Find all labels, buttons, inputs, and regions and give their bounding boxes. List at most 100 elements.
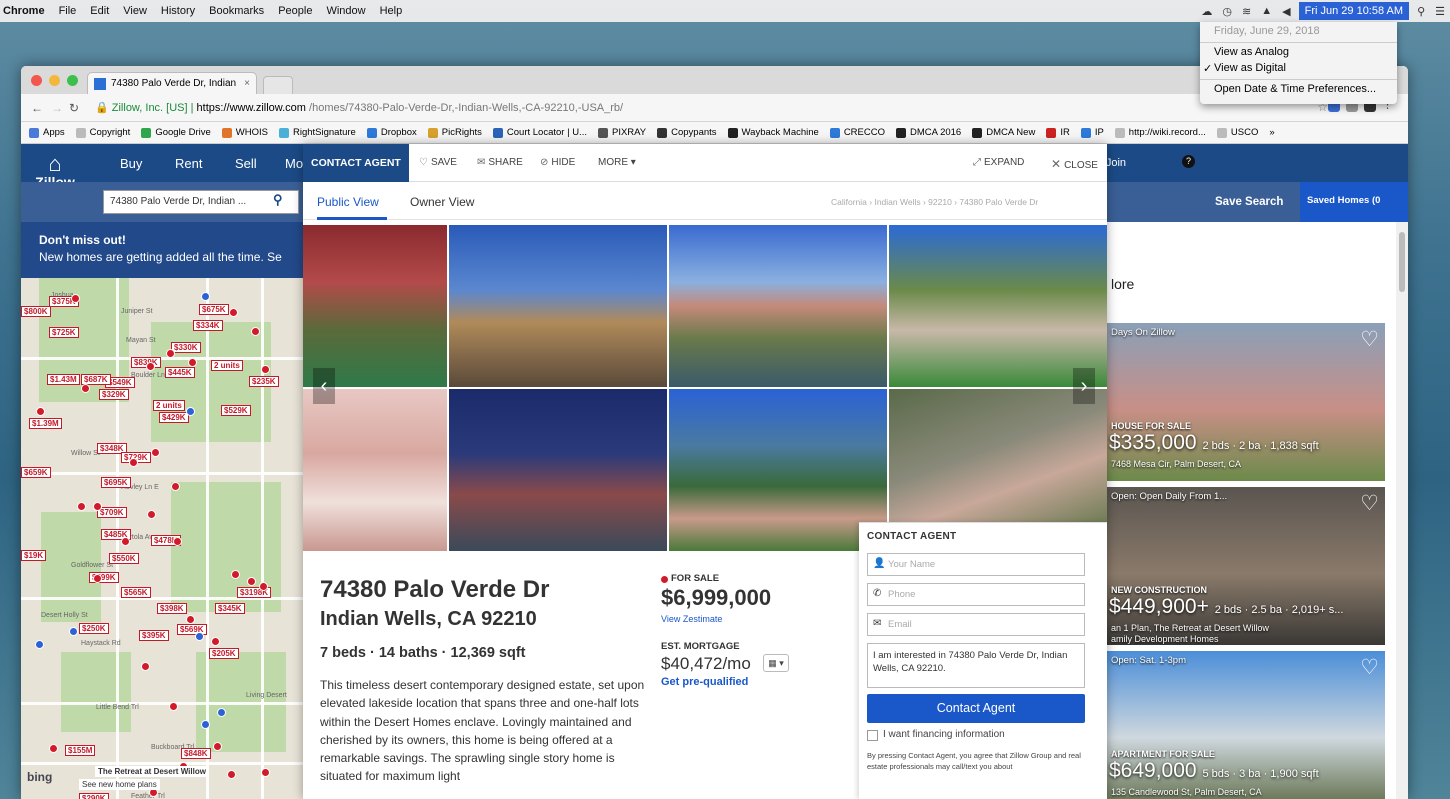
bookmark-item[interactable]: Wayback Machine — [727, 127, 819, 138]
map-price-label[interactable]: $290K — [79, 793, 109, 799]
map-listing-pin[interactable] — [217, 708, 226, 717]
spotlight-icon[interactable]: ⚲ — [1417, 5, 1425, 18]
nav-sell[interactable]: Sell — [235, 144, 257, 182]
map-listing-pin[interactable] — [49, 744, 58, 753]
menu-history[interactable]: History — [161, 5, 195, 17]
menu-bookmarks[interactable]: Bookmarks — [209, 5, 264, 17]
bookmark-item[interactable]: Court Locator | U... — [492, 127, 587, 138]
menu-people[interactable]: People — [278, 5, 312, 17]
menu-help[interactable]: Help — [380, 5, 403, 17]
wifi-icon[interactable]: ≋ — [1242, 5, 1251, 18]
map-listing-pin[interactable] — [35, 640, 44, 649]
url-field[interactable]: 🔒 Zillow, Inc. [US] | https://www.zillow… — [91, 99, 1291, 117]
photo-6[interactable] — [449, 389, 667, 551]
map-price-label[interactable]: 2 units — [211, 360, 243, 371]
bookmark-item[interactable]: http://wiki.record... — [1114, 127, 1206, 138]
saved-homes-button[interactable]: Saved Homes (0 — [1300, 182, 1408, 222]
map-price-label[interactable]: 2 units — [153, 400, 185, 411]
close-button[interactable]: ✕ CLOSE — [1051, 157, 1098, 171]
notification-center-icon[interactable]: ☰ — [1435, 5, 1445, 18]
map-price-label[interactable]: $445K — [165, 367, 195, 378]
map-listing-pin[interactable] — [71, 294, 80, 303]
bookmark-item[interactable]: PIXRAY — [597, 127, 646, 138]
map-listing-pin[interactable] — [188, 358, 197, 367]
map-price-label[interactable]: $565K — [121, 587, 151, 598]
map-listing-pin[interactable] — [81, 384, 90, 393]
map-price-label[interactable]: $529K — [221, 405, 251, 416]
menu-edit[interactable]: Edit — [90, 5, 109, 17]
map-listing-pin[interactable] — [166, 349, 175, 358]
creative-cloud-icon[interactable]: ☁ — [1201, 5, 1212, 18]
nav-mortgage[interactable]: Mo — [285, 144, 303, 182]
contact-agent-button[interactable]: Contact Agent — [867, 694, 1085, 723]
bookmark-item[interactable]: Apps — [29, 127, 65, 138]
nav-buy[interactable]: Buy — [120, 144, 142, 182]
breadcrumb[interactable]: California › Indian Wells › 92210 › 7438… — [831, 197, 1038, 207]
view-as-analog-item[interactable]: View as Analog — [1200, 45, 1397, 61]
listing-card[interactable]: Open: Open Daily From 1... ♡ NEW CONSTRUCT… — [1107, 487, 1385, 645]
listing-card[interactable]: Open: Sat. 1-3pm ♡ APARTMENT FOR SALE $649,… — [1107, 651, 1385, 799]
map-price-label[interactable]: $345K — [215, 603, 245, 614]
map-listing-pin[interactable] — [93, 502, 102, 511]
more-button[interactable]: MORE ▾ — [598, 157, 636, 168]
map-listing-pin[interactable] — [213, 742, 222, 751]
name-field[interactable]: 👤 Your Name — [867, 553, 1085, 576]
menu-view[interactable]: View — [123, 5, 147, 17]
bookmark-item[interactable]: Copyright — [75, 127, 130, 138]
location-search-input[interactable]: 74380 Palo Verde Dr, Indian ... — [103, 190, 299, 214]
map-price-label[interactable]: $1.43M — [47, 374, 80, 385]
map-price-label[interactable]: $334K — [193, 320, 223, 331]
favorite-heart-icon[interactable]: ♡ — [1360, 491, 1379, 516]
map-listing-pin[interactable] — [169, 702, 178, 711]
photo-2[interactable] — [449, 225, 667, 387]
bookmark-item[interactable]: WHOIS — [221, 127, 268, 138]
menu-file[interactable]: File — [59, 5, 77, 17]
tab-public-view[interactable]: Public View — [317, 195, 379, 209]
bookmark-item[interactable]: Copypants — [657, 127, 717, 138]
bookmark-item[interactable]: DMCA 2016 — [895, 127, 961, 138]
map-listing-pin[interactable] — [186, 407, 195, 416]
search-icon[interactable]: ⚲ — [273, 192, 283, 208]
map-listing-pin[interactable] — [195, 632, 204, 641]
map-listing-pin[interactable] — [36, 407, 45, 416]
bookmark-item[interactable]: Google Drive — [141, 127, 211, 138]
expand-button[interactable]: ⤢ EXPAND — [973, 157, 1024, 168]
map-listing-pin[interactable] — [171, 482, 180, 491]
map-listing-pin[interactable] — [186, 615, 195, 624]
map-price-label[interactable]: $235K — [249, 376, 279, 387]
map-price-label[interactable]: $675K — [199, 304, 229, 315]
gallery-prev-arrow-icon[interactable]: ‹ — [313, 368, 335, 404]
community-label[interactable]: The Retreat at Desert Willow — [95, 766, 209, 777]
map-listing-pin[interactable] — [201, 720, 210, 729]
back-arrow-icon[interactable]: ← — [31, 101, 43, 115]
photo-4[interactable] — [889, 225, 1107, 387]
map-listing-pin[interactable] — [227, 770, 236, 779]
photo-5[interactable] — [303, 389, 447, 551]
map-price-label[interactable]: $550K — [109, 553, 139, 564]
bookmark-item[interactable]: IR — [1046, 127, 1070, 138]
menu-window[interactable]: Window — [326, 5, 365, 17]
map-price-label[interactable]: $429K — [159, 412, 189, 423]
bookmark-item[interactable]: CRECCO — [829, 127, 885, 138]
bookmark-item[interactable]: DMCA New — [972, 127, 1035, 138]
time-machine-icon[interactable]: ◷ — [1222, 5, 1232, 18]
mortgage-calculator-button[interactable]: ▦ ▾ — [763, 654, 789, 672]
help-icon[interactable]: ? — [1182, 155, 1195, 168]
listing-card[interactable]: Days On Zillow ♡ HOUSE FOR SALE $335,000 2 … — [1107, 323, 1385, 481]
map-price-label[interactable]: $329K — [99, 389, 129, 400]
map-listing-pin[interactable] — [77, 502, 86, 511]
date-time-preferences-item[interactable]: Open Date & Time Preferences... — [1200, 82, 1397, 98]
map-price-label[interactable]: $725K — [49, 327, 79, 338]
financing-checkbox[interactable] — [867, 730, 878, 741]
new-tab-button[interactable] — [263, 76, 293, 94]
get-prequalified-link[interactable]: Get pre-qualified — [661, 676, 748, 688]
map[interactable]: JoshuaJuniper StMayan StBoulder LnWillow… — [21, 222, 303, 799]
photo-1[interactable] — [303, 225, 447, 387]
map-listing-pin[interactable] — [251, 327, 260, 336]
map-listing-pin[interactable] — [129, 458, 138, 467]
map-listing-pin[interactable] — [261, 768, 270, 777]
zoom-window-icon[interactable] — [67, 75, 78, 86]
map-listing-pin[interactable] — [146, 362, 155, 371]
map-listing-pin[interactable] — [151, 448, 160, 457]
photo-3[interactable] — [669, 225, 887, 387]
